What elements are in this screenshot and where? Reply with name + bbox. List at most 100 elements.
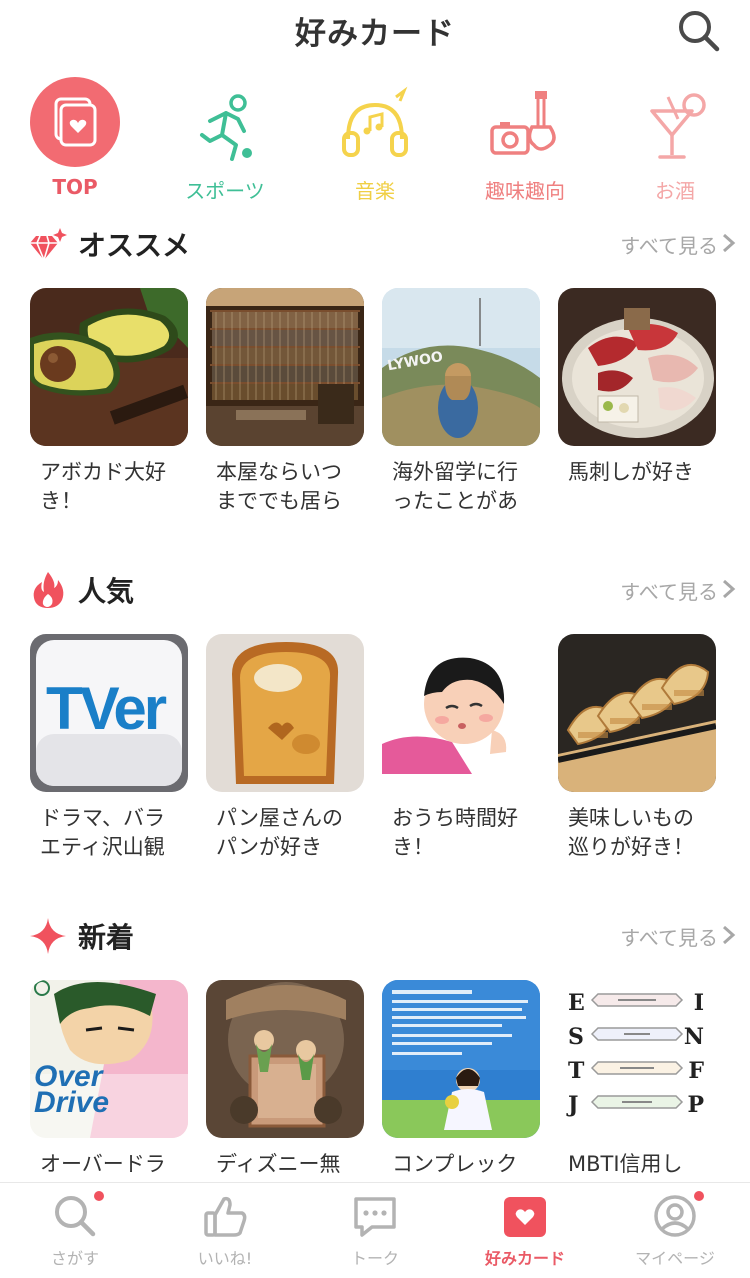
card-study-abroad[interactable]: LYWOO 海外留学に行ったことがあ: [382, 288, 540, 516]
recommend-card-list: アボカド大好き！ 本屋ならいつまででも居ら LYWOO 海外留学に行ったことがあ…: [0, 288, 750, 518]
tab-label: マイページ: [635, 1249, 715, 1268]
mbti-letter: I: [693, 990, 704, 1016]
card-caption: 馬刺しが好き: [568, 460, 694, 484]
tver-logo: TVer: [30, 634, 188, 792]
card-overdrive[interactable]: Over Drive オーバードラ: [30, 980, 188, 1179]
chevron-right-icon: [723, 233, 736, 253]
card-complex[interactable]: コンプレック: [382, 980, 540, 1179]
mbti-letter: N: [683, 1024, 704, 1050]
card-bookstore[interactable]: 本屋ならいつまででも居ら: [206, 288, 364, 516]
card-avocado[interactable]: アボカド大好き！: [30, 288, 188, 516]
tver-logo-text: TVer: [46, 675, 167, 742]
category-tab-top[interactable]: TOP: [0, 75, 150, 205]
tab-likes[interactable]: いいね!: [150, 1183, 300, 1278]
category-label: お酒: [655, 179, 695, 203]
card-heart-icon: [30, 77, 120, 167]
diamond-icon: [30, 228, 67, 263]
search-icon[interactable]: [676, 8, 722, 54]
mbti-right-letters: I N F P: [684, 986, 704, 1122]
thumbs-up-icon: [204, 1196, 247, 1237]
card-caption: おうち時間好き！: [392, 806, 518, 859]
hollywood-hill-photo: LYWOO: [382, 288, 540, 446]
card-home-time[interactable]: おうち時間好き！: [382, 634, 540, 862]
card-caption: ディズニー無: [216, 1152, 341, 1176]
chevron-right-icon: [723, 579, 736, 599]
mbti-left-letters: E S T J: [568, 986, 585, 1122]
tab-search[interactable]: さがす: [0, 1183, 150, 1278]
tab-label: さがす: [50, 1249, 99, 1268]
section-title: 人気: [78, 575, 135, 608]
mbti-letter: F: [688, 1058, 704, 1084]
mbti-letter: P: [687, 1092, 704, 1118]
tab-label: いいね!: [197, 1249, 253, 1268]
category-tab-sports[interactable]: スポーツ: [150, 75, 300, 205]
card-disney[interactable]: ディズニー無: [206, 980, 364, 1179]
category-tab-hobby[interactable]: 趣味趣向: [450, 75, 600, 205]
card-bakery[interactable]: パン屋さんのパンが好き: [206, 634, 364, 862]
camera-guitar-icon: [490, 91, 556, 155]
tab-label: 好みカード: [484, 1249, 565, 1268]
category-tabs: TOP スポーツ 音楽 趣味趣向 お酒: [0, 75, 750, 205]
card-caption: MBTI信用し: [568, 1152, 683, 1176]
popular-card-list: TVer ドラマ、バラエティ沢山観 パン屋さんのパンが好き おうち時間好き！ 美…: [0, 634, 750, 864]
bottom-tab-bar: さがす いいね! トーク 好みカード マイページ: [0, 1182, 750, 1278]
tab-favorite-cards[interactable]: 好みカード: [450, 1183, 600, 1278]
category-label: スポーツ: [185, 179, 265, 203]
card-heart-icon: [504, 1197, 546, 1237]
disney-fairy-photo: [206, 980, 364, 1138]
profile-icon: [654, 1195, 696, 1237]
sparkle-icon: [30, 918, 66, 954]
search-icon: [55, 1196, 96, 1237]
card-caption: ドラマ、バラエティ沢山観: [40, 806, 165, 859]
mbti-chart: E S T J I N F P: [558, 980, 716, 1138]
card-caption: コンプレック: [392, 1152, 518, 1176]
new-card-list: Over Drive オーバードラ ディズニー無 コンプレック E S T J …: [0, 980, 750, 1210]
card-mbti[interactable]: E S T J I N F P MBTI信用し: [558, 980, 716, 1179]
card-caption: 美味しいもの巡りが好き！: [568, 806, 694, 859]
card-caption: オーバードラ: [40, 1152, 166, 1176]
chat-bubble-icon: [354, 1197, 396, 1237]
card-basashi[interactable]: 馬刺しが好き: [558, 288, 716, 516]
gyoza-photo: [558, 634, 716, 792]
see-all-link[interactable]: すべて見る: [620, 576, 736, 605]
cocktail-icon: [650, 93, 706, 159]
section-header-new: 新着 すべて見る: [0, 914, 750, 958]
relaxing-illustration: [382, 634, 540, 792]
category-tab-music[interactable]: 音楽: [300, 75, 450, 205]
chevron-right-icon: [723, 925, 736, 945]
card-tver[interactable]: TVer ドラマ、バラエティ沢山観: [30, 634, 188, 862]
card-gourmet[interactable]: 美味しいもの巡りが好き！: [558, 634, 716, 862]
section-header-recommend: オススメ すべて見る: [0, 222, 750, 266]
header: 好みカード: [0, 0, 750, 60]
mbti-letter: E: [568, 990, 585, 1016]
card-caption: アボカド大好き！: [40, 460, 166, 513]
notification-badge: [94, 1191, 104, 1201]
mbti-letter: T: [568, 1058, 585, 1084]
overdrive-manga-cover: Over Drive: [30, 980, 188, 1138]
category-tab-alcohol[interactable]: お酒: [600, 75, 750, 205]
tab-label: トーク: [350, 1249, 399, 1268]
notification-badge: [694, 1191, 704, 1201]
mbti-letter: S: [568, 1024, 584, 1050]
running-person-icon: [200, 94, 252, 161]
tab-talk[interactable]: トーク: [300, 1183, 450, 1278]
see-all-link[interactable]: すべて見る: [620, 922, 736, 951]
tab-mypage[interactable]: マイページ: [600, 1183, 750, 1278]
see-all-link[interactable]: すべて見る: [620, 230, 736, 259]
bookstore-photo: [206, 288, 364, 446]
overdrive-logo-text: Over Drive: [34, 1060, 110, 1119]
basashi-photo: [558, 288, 716, 446]
avocado-photo: [30, 288, 188, 446]
toast-photo: [206, 634, 364, 792]
mbti-letter: J: [568, 1092, 579, 1118]
category-label: 趣味趣向: [485, 179, 565, 203]
complex-quote-poster: [382, 980, 540, 1138]
category-label: TOP: [52, 175, 98, 199]
page-title: 好みカード: [295, 16, 455, 52]
card-caption: パン屋さんのパンが好き: [216, 806, 344, 859]
flame-icon: [33, 572, 64, 608]
section-title: 新着: [78, 921, 135, 954]
section-title: オススメ: [78, 229, 191, 262]
category-label: 音楽: [355, 179, 395, 203]
headphones-icon: [342, 86, 408, 157]
